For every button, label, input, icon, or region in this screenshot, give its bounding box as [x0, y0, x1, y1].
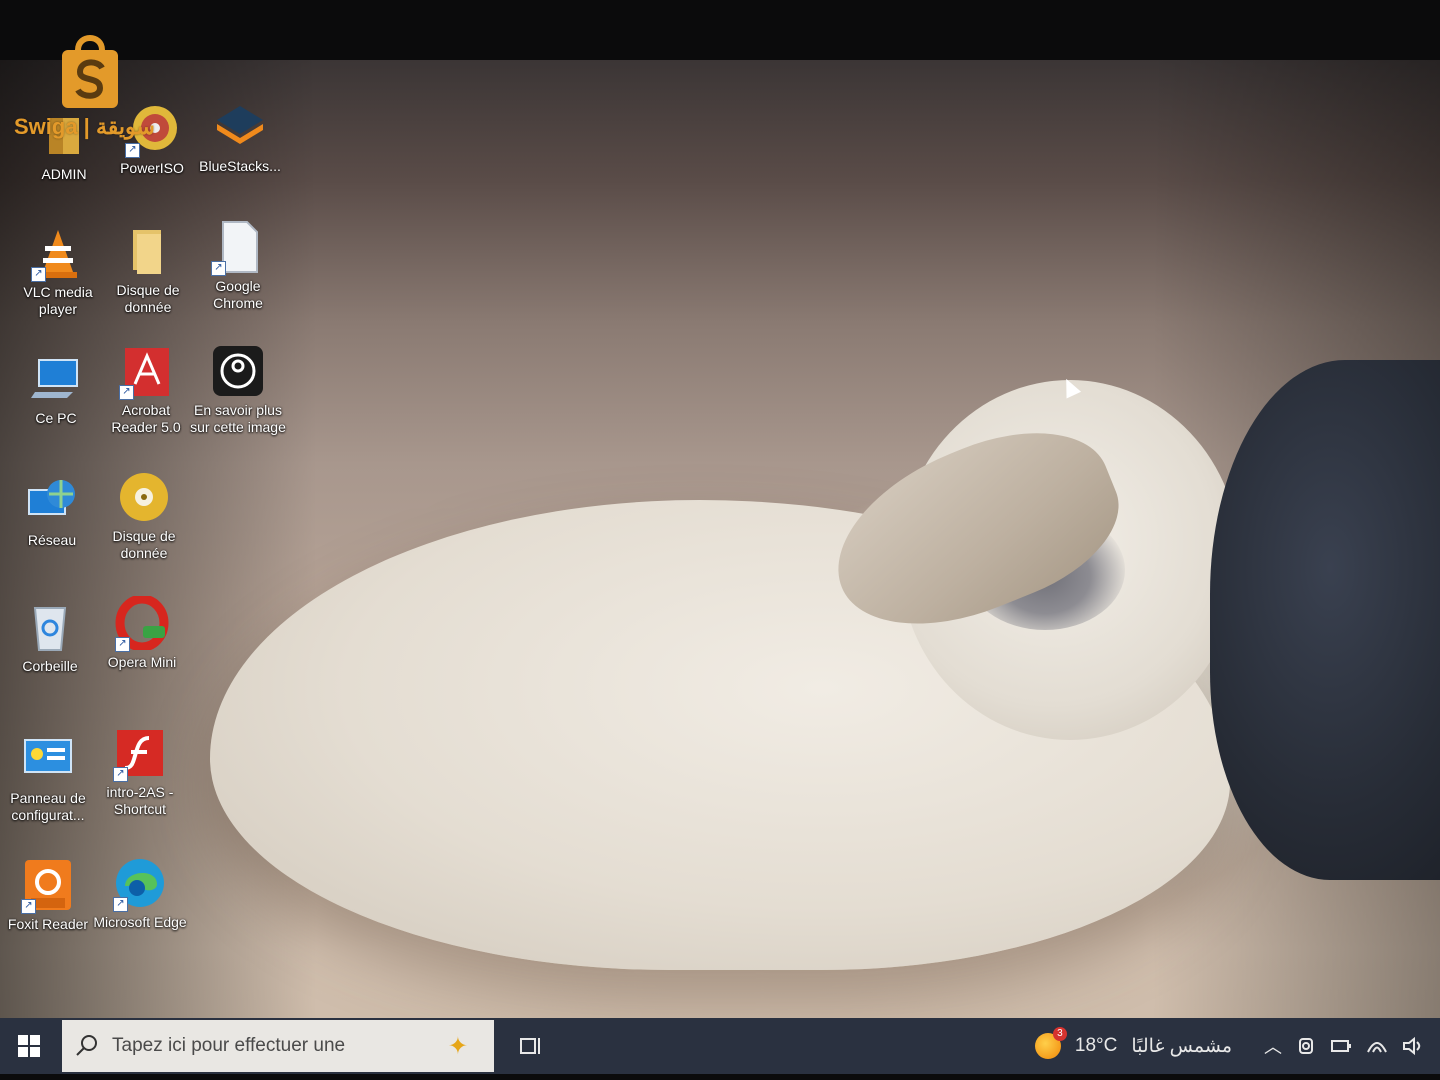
desktop-icon-opera-mini[interactable]: ↗ Opera Mini	[94, 594, 190, 671]
shortcut-arrow-icon: ↗	[211, 261, 226, 276]
opera-mini-icon: ↗	[115, 594, 169, 652]
desktop-icon-label: Disque de donnée	[116, 282, 180, 315]
speaker-volume-icon[interactable]	[1402, 1036, 1424, 1056]
desktop-icon-disque-donnee-2[interactable]: Disque de donnée	[96, 470, 192, 562]
weather-badge: 3	[1052, 1027, 1067, 1041]
search-highlight-icon: ✦	[447, 1033, 468, 1060]
desktop-icon-edge[interactable]: ↗ Microsoft Edge	[92, 856, 188, 931]
desktop-icon-label: ADMIN	[41, 166, 87, 182]
shopping-bag-logo-icon	[62, 35, 118, 108]
desktop-icon-label: Acrobat Reader 5.0	[111, 402, 181, 435]
shortcut-arrow-icon: ↗	[115, 637, 130, 652]
shortcut-arrow-icon: ↗	[125, 143, 140, 158]
weather-description[interactable]: مشمس غالبًا	[1131, 1035, 1232, 1058]
desktop-icon-label: Foxit Reader	[7, 916, 89, 932]
desktop-icon-vlc[interactable]: ↗ VLC media player	[10, 226, 106, 318]
desktop-icon-foxit[interactable]: ↗ Foxit Reader	[0, 858, 96, 933]
desktop-icon-label: intro-2AS - Shortcut	[106, 784, 174, 817]
control-panel-icon	[21, 732, 75, 786]
shortcut-arrow-icon: ↗	[113, 767, 128, 782]
task-view-icon	[520, 1038, 540, 1054]
desktop-icon-label: Opera Mini	[107, 654, 177, 670]
windows-logo-icon	[18, 1035, 40, 1057]
desktop-icon-intro-2as[interactable]: ↗ intro-2AS - Shortcut	[92, 726, 188, 818]
desktop-icon-corbeille[interactable]: Corbeille	[2, 600, 98, 675]
meet-now-icon[interactable]	[1296, 1036, 1316, 1056]
desktop-icon-ce-pc[interactable]: Ce PC	[8, 352, 104, 427]
search-placeholder: Tapez ici pour effectuer une	[112, 1035, 346, 1056]
weather-temperature[interactable]: 18°C	[1075, 1035, 1117, 1057]
desktop-icon-label: Panneau de configurat...	[10, 790, 86, 823]
flash-icon: ↗	[113, 726, 167, 782]
desktop-icon-label: Microsoft Edge	[93, 914, 187, 930]
wifi-icon[interactable]	[1366, 1036, 1388, 1056]
edge-icon: ↗	[113, 856, 167, 912]
desktop-icon-label: Disque de donnée	[112, 528, 176, 561]
desktop-icon-label: Réseau	[27, 532, 77, 548]
desktop-icon-disque-donnee-1[interactable]: Disque de donnée	[100, 224, 196, 316]
desktop-icon-acrobat[interactable]: ↗ Acrobat Reader 5.0	[98, 344, 194, 436]
task-view-button[interactable]	[516, 1031, 546, 1061]
shortcut-arrow-icon: ↗	[113, 897, 128, 912]
camera-info-icon	[211, 344, 265, 398]
system-tray: 3 18°C مشمس غالبًا ︿	[1034, 1018, 1424, 1074]
taskbar-search-box[interactable]: Tapez ici pour effectuer une ✦	[62, 1020, 494, 1072]
desktop-icon-en-savoir-plus[interactable]: En savoir plus sur cette image	[190, 344, 286, 436]
search-icon	[76, 1035, 97, 1056]
chevron-up-icon[interactable]: ︿	[1264, 1033, 1282, 1059]
desktop-icon-label: Google Chrome	[213, 278, 263, 311]
network-icon	[25, 474, 79, 528]
shortcut-arrow-icon: ↗	[21, 899, 36, 914]
desktop-wallpaper	[0, 60, 1440, 1070]
foxit-pdf-icon: ↗	[21, 858, 75, 914]
acrobat-icon: ↗	[119, 344, 173, 400]
watermark-logo: Swiga | سويقة	[14, 24, 164, 144]
watermark-text: Swiga | سويقة	[14, 114, 155, 139]
file-icon: ↗	[211, 220, 265, 276]
vlc-icon: ↗	[31, 226, 85, 282]
desktop-icon-google-chrome[interactable]: ↗ Google Chrome	[190, 220, 286, 312]
folder-icon	[121, 224, 175, 278]
desktop-icon-label: En savoir plus sur cette image	[190, 402, 286, 435]
desktop-icon-label: Ce PC	[35, 410, 77, 426]
desktop-icon-control-panel[interactable]: Panneau de configurat...	[0, 732, 96, 824]
disc-icon	[117, 470, 171, 524]
desktop-icon-bluestacks[interactable]: BlueStacks...	[192, 100, 288, 175]
desktop-icon-label: VLC media player	[23, 284, 93, 317]
recycle-bin-icon	[23, 600, 77, 654]
bluestacks-icon	[213, 100, 267, 154]
desktop-icon-label: BlueStacks...	[199, 158, 281, 174]
computer-icon	[29, 352, 83, 406]
shortcut-arrow-icon: ↗	[31, 267, 46, 282]
desktop-icon-label: PowerISO	[120, 160, 184, 176]
battery-icon[interactable]	[1330, 1037, 1352, 1055]
desktop-icon-reseau[interactable]: Réseau	[4, 474, 100, 549]
taskbar: Tapez ici pour effectuer une ✦ 3 18°C مش…	[0, 1018, 1440, 1074]
wallpaper-rock	[1210, 360, 1440, 880]
weather-sun-icon[interactable]: 3	[1034, 1027, 1067, 1059]
shortcut-arrow-icon: ↗	[119, 385, 134, 400]
start-button[interactable]	[0, 1018, 58, 1074]
desktop-icon-label: Corbeille	[22, 658, 78, 674]
